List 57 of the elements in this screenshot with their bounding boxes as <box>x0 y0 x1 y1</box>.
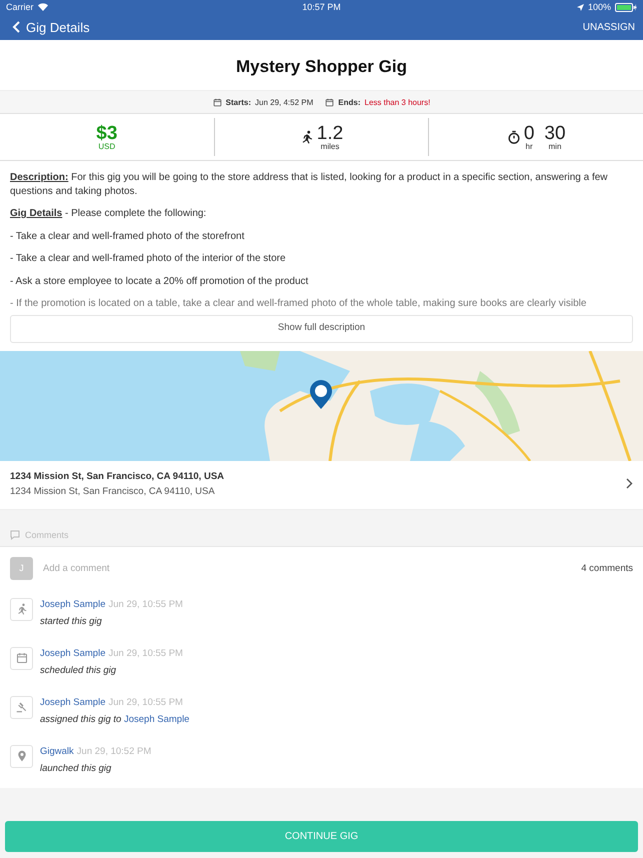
activity-time: Jun 29, 10:55 PM <box>108 696 183 708</box>
calendar-icon <box>325 98 334 106</box>
show-description-button[interactable]: Show full description <box>10 314 633 342</box>
start-time: Jun 29, 4:52 PM <box>255 98 314 106</box>
unassign-button[interactable]: UNASSIGN <box>582 22 635 32</box>
activity-text: scheduled this gig <box>40 664 118 676</box>
wifi-icon <box>38 3 48 11</box>
address-detail: 1234 Mission St, San Francisco, CA 94110, USA <box>10 486 216 496</box>
user-link[interactable]: Joseph Sample <box>124 714 190 724</box>
user-link[interactable]: Gigwalk <box>40 746 74 756</box>
back-button[interactable]: Gig Details <box>12 20 90 34</box>
chevron-icon[interactable] <box>626 478 633 489</box>
battery-icon <box>615 2 637 12</box>
description-text: - Take a clear and well-framed photo of the storefront <box>10 230 246 243</box>
gavel-icon <box>16 701 28 713</box>
comments-header: Comments <box>25 530 69 540</box>
starts-label: Starts: <box>226 98 251 106</box>
description-text: Gig Details - Please complete the following: <box>10 207 208 220</box>
distance-unit: miles <box>320 142 340 150</box>
comment-input[interactable]: Add a comment <box>43 562 572 574</box>
location-icon <box>576 4 584 10</box>
description-text: - Ask a store employee to locate a 20% off promotion of the product <box>10 274 310 288</box>
comment-count: 4 comments <box>581 562 633 574</box>
activity-time: Jun 29, 10:55 PM <box>108 648 183 658</box>
calendar-icon <box>212 98 222 106</box>
pin-icon <box>16 750 28 762</box>
description-text: - If the promotion is located on a table, take a clear and well-framed photo of the whole table, making sure books are clearly visible <box>10 297 588 310</box>
runner-icon <box>300 130 314 144</box>
hours-value: 0 <box>524 124 534 142</box>
activity-time: Jun 29, 10:52 PM <box>76 746 152 756</box>
stopwatch-icon <box>506 130 521 144</box>
description-text: - Take a clear and well-framed photo of the interior of the store <box>10 252 287 266</box>
clock: 10:57 PM <box>302 2 341 12</box>
activity-text: launched this gig <box>40 762 112 774</box>
pay-amount: $3 <box>96 124 118 142</box>
gig-title: Mystery Shopper Gig <box>235 56 408 78</box>
activity-text: started this gig <box>40 616 103 626</box>
calendar-icon <box>16 652 28 664</box>
carrier-label: Carrier <box>6 2 34 12</box>
ends-label: Ends: <box>338 98 360 106</box>
user-link[interactable]: Joseph Sample <box>40 598 106 610</box>
description-text: Description: For this gig you will be going to the store address that is listed, looking for a product in a specific section, answering a few questions and taking photos. <box>10 171 609 198</box>
user-link[interactable]: Joseph Sample <box>40 696 106 708</box>
distance-value: 1.2 <box>316 124 344 142</box>
minutes-unit: min <box>548 142 562 150</box>
currency-label: USD <box>98 142 116 150</box>
address-title: 1234 Mission St, San Francisco, CA 94110, USA <box>10 470 224 482</box>
back-chevron-icon <box>12 21 20 33</box>
minutes-value: 30 <box>544 124 566 142</box>
hours-unit: hr <box>526 142 533 150</box>
comment-icon <box>10 530 20 540</box>
battery-percent: 100% <box>588 2 611 12</box>
runner-icon <box>16 603 28 615</box>
activity-text: assigned this gig to Joseph Sample <box>40 714 190 724</box>
end-time: Less than 3 hours! <box>364 98 430 106</box>
activity-time: Jun 29, 10:55 PM <box>108 598 183 610</box>
user-link[interactable]: Joseph Sample <box>40 648 106 658</box>
